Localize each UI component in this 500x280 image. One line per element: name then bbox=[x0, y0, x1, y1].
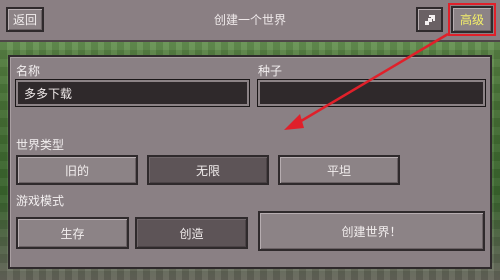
seed-label: 种子 bbox=[258, 64, 283, 78]
game-mode-label: 游戏模式 bbox=[16, 194, 65, 208]
world-name-input[interactable]: 多多下载 bbox=[15, 79, 250, 107]
advanced-button[interactable]: 高级 bbox=[451, 6, 493, 33]
world-type-flat-button[interactable]: 平坦 bbox=[278, 155, 400, 185]
page-title: 创建一个世界 bbox=[213, 13, 286, 27]
world-type-label: 世界类型 bbox=[16, 138, 65, 152]
wrench-icon bbox=[424, 14, 435, 25]
top-bar: 返回 创建一个世界 高级 bbox=[0, 0, 500, 42]
game-mode-survival-button[interactable]: 生存 bbox=[16, 217, 129, 249]
seed-input[interactable] bbox=[257, 79, 486, 107]
back-button[interactable]: 返回 bbox=[6, 7, 44, 32]
create-world-button[interactable]: 创建世界！ bbox=[258, 211, 485, 251]
world-type-infinite-button[interactable]: 无限 bbox=[147, 155, 269, 185]
world-type-old-button[interactable]: 旧的 bbox=[16, 155, 138, 185]
game-mode-creative-button[interactable]: 创造 bbox=[135, 217, 248, 249]
name-label: 名称 bbox=[16, 64, 41, 78]
tool-button[interactable] bbox=[416, 7, 443, 32]
